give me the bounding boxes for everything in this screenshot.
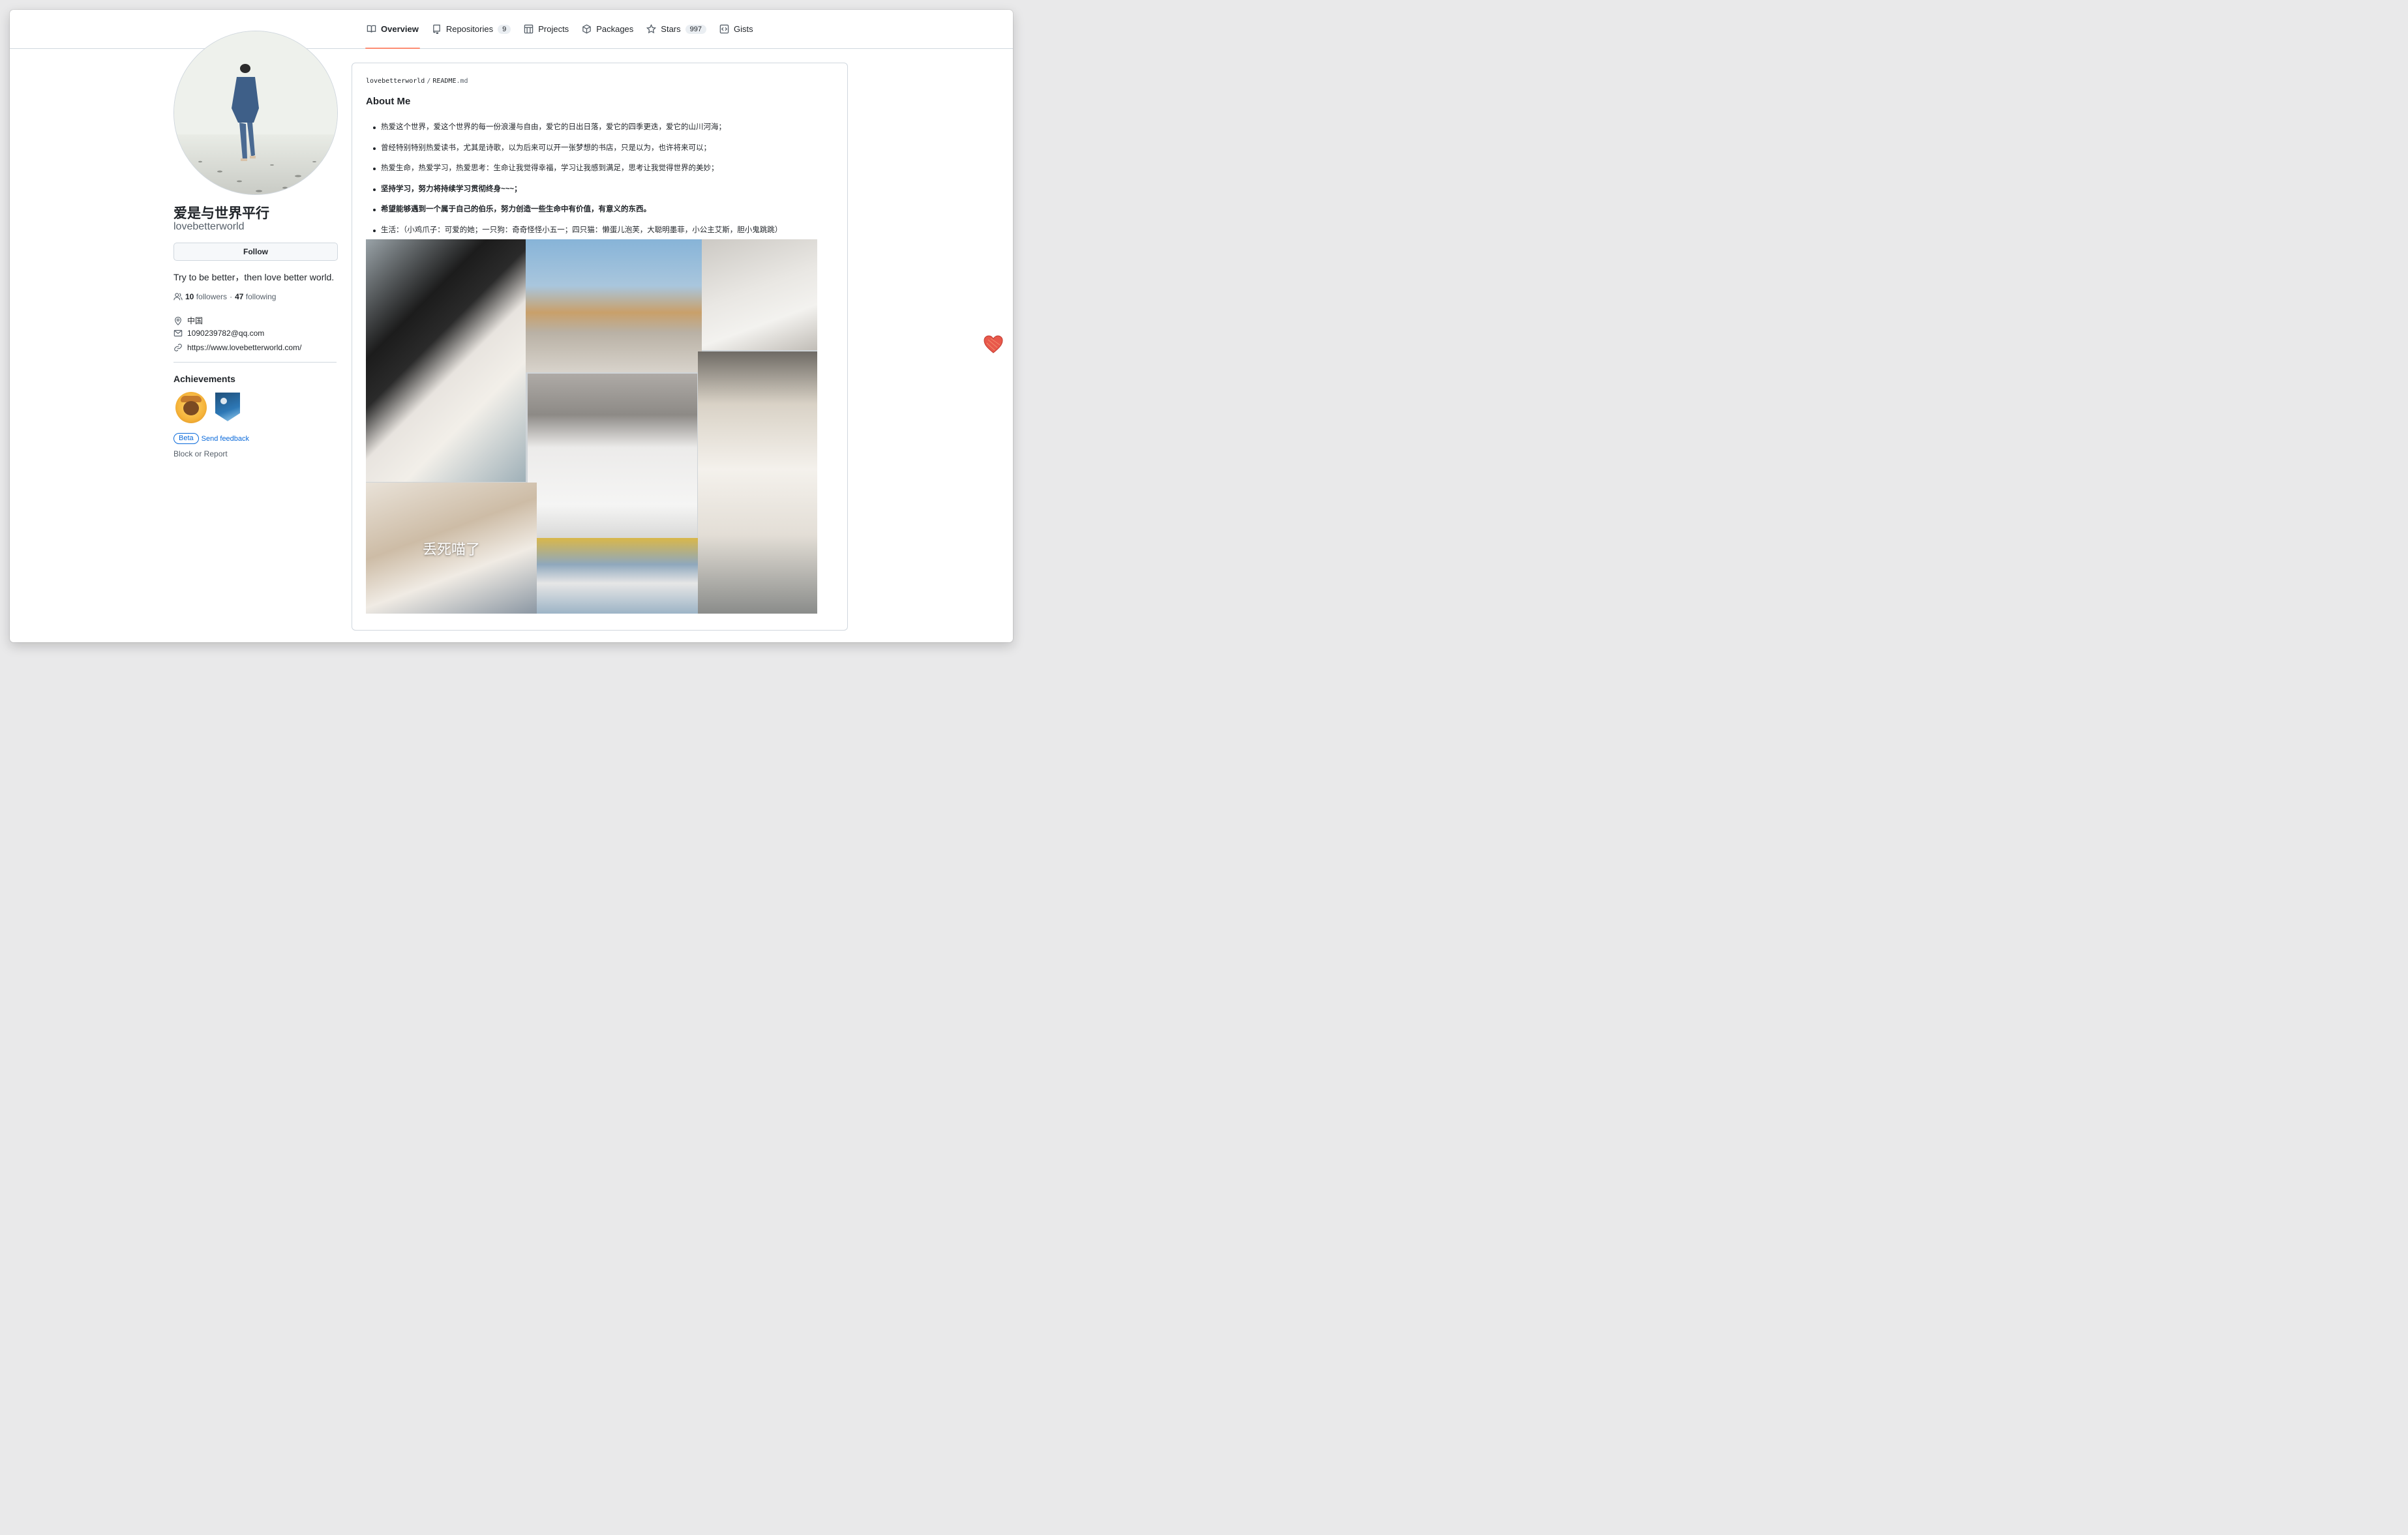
readme-file-ext: .md	[456, 78, 468, 85]
profile-bio: Try to be better，then love better world.	[173, 272, 335, 282]
list-item: 生活：（小鸡爪子：可爱的她；一只狗：奇奇怪怪小五一；四只猫：懒蛋儿泡芙，大聪明墨…	[371, 220, 782, 241]
photo-cat-in-box	[528, 374, 697, 538]
profile-website[interactable]: https://www.lovebetterworld.com/	[173, 343, 301, 352]
avatar-photo	[174, 31, 337, 194]
tab-overview[interactable]: Overview	[360, 10, 425, 49]
sidebar-divider	[173, 362, 337, 363]
website-link[interactable]: https://www.lovebetterworld.com/	[187, 343, 301, 352]
achievements-title: Achievements	[173, 374, 235, 384]
tab-stars[interactable]: Stars 997	[640, 10, 713, 48]
readme-card: lovebetterworld / README.md About Me 热爱这个世…	[352, 63, 848, 631]
list-item: 曾经特别特别热爱读书，尤其是诗歌，以为后来可以开一张梦想的书店，只是以为，也许将…	[371, 138, 782, 159]
face-shape	[183, 401, 199, 415]
path-separator: /	[427, 78, 431, 85]
profile-tabs: Overview Repositories 9 Projects Package…	[360, 10, 760, 49]
following-link[interactable]: 47 following	[235, 292, 276, 301]
link-icon	[174, 344, 182, 351]
follow-separator: ·	[230, 292, 233, 301]
quickdraw-achievement-badge[interactable]	[175, 392, 207, 423]
list-item: 热爱这个世界，爱这个世界的每一份浪漫与自由，爱它的日出日落，爱它的四季更迭，爱它…	[371, 117, 782, 138]
list-item: 热爱生命，热爱学习，热爱思考：生命让我觉得幸福，学习让我感到满足，思考让我觉得世…	[371, 158, 782, 179]
stars-count: 997	[685, 24, 706, 34]
photo-sleepy-cat: 丢死喵了	[366, 483, 537, 614]
followers-label: followers	[196, 292, 228, 301]
photo-cat-on-blanket	[537, 538, 698, 614]
follow-stats: 10 followers · 47 following	[173, 292, 276, 301]
followers-link[interactable]: 10 followers	[185, 292, 227, 301]
tab-stars-label: Stars	[661, 24, 681, 34]
readme-heading: About Me	[366, 96, 411, 107]
block-or-report-link[interactable]: Block or Report	[173, 449, 228, 458]
photo-cat-looking-up	[698, 351, 817, 614]
photo-cats-lying	[366, 239, 526, 482]
readme-bullet-list: 热爱这个世界，爱这个世界的每一份浪漫与自由，爱它的日出日落，爱它的四季更迭，爱它…	[371, 117, 782, 241]
tab-packages[interactable]: Packages	[575, 10, 640, 48]
tab-repositories-label: Repositories	[445, 24, 494, 34]
people-icon	[173, 293, 183, 301]
profile-location: 中国	[173, 315, 203, 326]
tab-overview-label: Overview	[381, 24, 419, 34]
profile-username: lovebetterworld	[173, 221, 245, 232]
readme-owner-link[interactable]: lovebetterworld	[366, 78, 425, 85]
code-square-icon	[719, 24, 729, 34]
profile-nav: Overview Repositories 9 Projects Package…	[10, 10, 1013, 49]
readme-file-name[interactable]: README	[432, 78, 456, 85]
list-item: 希望能够遇到一个属于自己的伯乐，努力创造一些生命中有价值，有意义的东西。	[371, 200, 782, 220]
tab-packages-label: Packages	[596, 24, 634, 34]
repositories-count: 9	[498, 24, 511, 34]
photo-white-cat	[702, 239, 817, 350]
following-label: following	[245, 292, 277, 301]
followers-count: 10	[185, 292, 194, 301]
location-text: 中国	[187, 316, 203, 325]
send-feedback-link[interactable]: Send feedback	[202, 435, 249, 443]
following-count: 47	[235, 292, 244, 301]
pet-photo-collage: 丢死喵了	[366, 239, 817, 614]
browser-window: Overview Repositories 9 Projects Package…	[10, 10, 1013, 642]
book-icon	[367, 25, 376, 33]
readme-path: lovebetterworld / README.md	[366, 78, 468, 85]
achievements-feedback: Beta Send feedback	[173, 433, 249, 444]
tab-repositories[interactable]: Repositories 9	[425, 10, 517, 48]
tab-projects[interactable]: Projects	[517, 10, 575, 48]
package-icon	[582, 24, 591, 34]
beta-label: Beta	[173, 433, 199, 444]
profile-email[interactable]: 1090239782@qq.com	[173, 329, 264, 338]
profile-display-name: 爱是与世界平行	[173, 206, 269, 221]
repo-icon	[432, 24, 440, 34]
avatar[interactable]	[173, 31, 338, 195]
project-icon	[524, 24, 534, 34]
arctic-code-vault-achievement-badge[interactable]	[215, 393, 240, 421]
tab-projects-label: Projects	[538, 24, 569, 34]
follow-button[interactable]: Follow	[173, 243, 338, 261]
location-icon	[175, 316, 181, 325]
star-icon	[646, 24, 657, 34]
heart-icon[interactable]	[983, 335, 1004, 354]
photo-dog	[526, 239, 702, 372]
list-item: 坚持学习，努力将持续学习贯彻终身~~~；	[371, 179, 782, 200]
tab-gists[interactable]: Gists	[713, 10, 760, 48]
mail-icon	[173, 330, 183, 336]
email-link[interactable]: 1090239782@qq.com	[187, 329, 264, 338]
collage-caption: 丢死喵了	[422, 541, 480, 558]
tab-gists-label: Gists	[733, 24, 753, 34]
